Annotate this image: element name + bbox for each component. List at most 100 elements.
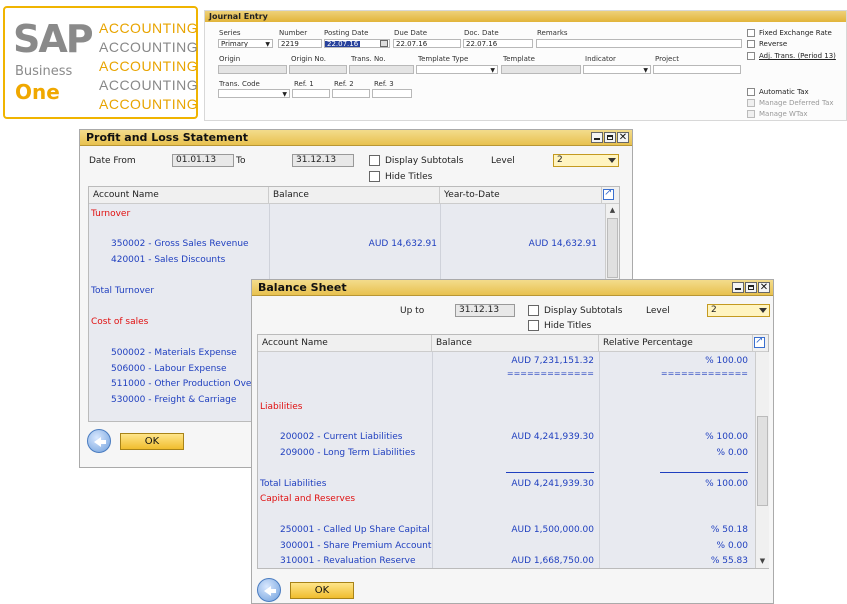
posting-date-field[interactable]: 22.07.16 [324,39,390,48]
calendar-icon[interactable] [380,40,388,47]
row-gross-sales[interactable]: 350002 - Gross Sales Revenue [111,238,249,250]
back-arrow-button[interactable] [87,429,111,453]
minimize-button[interactable] [732,282,744,293]
scroll-down-icon[interactable]: ▼ [756,555,769,568]
close-button[interactable]: ✕ [758,282,770,293]
logo-sap-text: SAP [13,17,94,61]
project-field[interactable] [653,65,741,74]
column-header-account-name[interactable]: Account Name [89,187,269,204]
manage-wtax-label: Manage WTax [759,110,808,118]
scroll-up-icon[interactable]: ▲ [606,204,619,217]
hide-titles-checkbox[interactable] [369,171,380,182]
series-select[interactable]: Primary ▼ [218,39,273,48]
ref3-field[interactable] [372,89,412,98]
date-from-field[interactable]: 01.01.13 [172,154,234,167]
row-liabilities[interactable]: Liabilities [260,401,303,413]
scroll-thumb[interactable] [757,416,768,506]
expand-icon[interactable] [754,335,765,348]
row-capital-and-reserves[interactable]: Capital and Reserves [260,493,355,505]
up-to-field[interactable]: 31.12.13 [455,304,515,317]
to-date-field[interactable]: 31.12.13 [292,154,354,167]
maximize-button[interactable] [745,282,757,293]
hide-titles-checkbox[interactable] [528,320,539,331]
grid-header: Account Name Balance Relative Percentage [258,335,768,352]
origin-no-field [289,65,347,74]
remarks-field[interactable] [536,39,742,48]
ref2-field[interactable] [332,89,370,98]
column-header-relative-percentage[interactable]: Relative Percentage [599,335,753,352]
column-header-balance[interactable]: Balance [432,335,599,352]
balance-sheet-scrollbar[interactable]: ▼ [755,352,769,568]
manage-deferred-tax-checkbox [747,99,755,107]
balance-sheet-grid: Account Name Balance Relative Percentage… [257,334,769,569]
column-header-account-name[interactable]: Account Name [258,335,432,352]
row-total-turnover[interactable]: Total Turnover [91,285,154,297]
top-balance: AUD 7,231,151.32 [511,356,594,366]
template-type-select[interactable]: ▼ [416,65,498,74]
posting-date-label: Posting Date [324,29,369,37]
ref1-field[interactable] [292,89,330,98]
close-button[interactable]: ✕ [617,132,629,143]
expand-icon[interactable] [603,187,614,200]
ref1-label: Ref. 1 [294,80,314,88]
reverse-checkbox[interactable] [747,40,755,48]
display-subtotals-checkbox[interactable] [369,155,380,166]
scroll-thumb[interactable] [607,218,618,278]
back-arrow-button[interactable] [257,578,281,602]
level-select[interactable]: 2 [707,304,770,317]
row-share-capital[interactable]: 250001 - Called Up Share Capital [280,524,430,536]
row-share-premium[interactable]: 300001 - Share Premium Account [280,540,431,552]
row-total-liabilities[interactable]: Total Liabilities [260,478,326,490]
due-date-field[interactable]: 22.07.16 [393,39,461,48]
profit-loss-titlebar[interactable]: Profit and Loss Statement ✕ [80,130,632,146]
number-field[interactable]: 2219 [278,39,322,48]
row-long-term-liabilities[interactable]: 209000 - Long Term Liabilities [280,447,415,459]
share-premium-percentage: % 0.00 [716,541,748,551]
ok-button[interactable]: OK [120,433,184,450]
column-header-balance[interactable]: Balance [269,187,440,204]
ok-button[interactable]: OK [290,582,354,599]
row-labour-expense[interactable]: 506000 - Labour Expense [111,363,227,375]
balance-sheet-window: Balance Sheet ✕ Up to 31.12.13 Display S… [251,279,774,604]
display-subtotals-label: Display Subtotals [385,156,464,166]
trans-code-select[interactable]: ▼ [218,89,290,98]
gross-sales-ytd: AUD 14,632.91 [528,239,597,249]
row-current-liabilities[interactable]: 200002 - Current Liabilities [280,431,403,443]
display-subtotals-checkbox[interactable] [528,305,539,316]
row-sales-discounts[interactable]: 420001 - Sales Discounts [111,254,225,266]
chevron-down-icon [759,308,767,313]
ref2-label: Ref. 2 [334,80,354,88]
sap-business-one-logo: SAP Business One ACCOUNTING ACCOUNTING A… [3,6,198,119]
doc-date-field[interactable]: 22.07.16 [463,39,533,48]
balance-sheet-title: Balance Sheet [258,281,347,294]
chevron-down-icon: ▼ [282,91,287,98]
row-cost-of-sales[interactable]: Cost of sales [91,316,148,328]
project-label: Project [655,55,679,63]
minimize-button[interactable] [591,132,603,143]
row-revaluation-reserve[interactable]: 310001 - Revaluation Reserve [280,555,416,567]
fixed-exchange-rate-label: Fixed Exchange Rate [759,29,832,37]
automatic-tax-checkbox[interactable] [747,88,755,96]
level-value: 2 [557,155,563,165]
chevron-down-icon: ▼ [265,41,270,48]
row-other-production[interactable]: 511000 - Other Production Ove [111,378,251,390]
row-turnover[interactable]: Turnover [91,208,130,220]
trans-no-field [349,65,414,74]
logo-business-text: Business [15,64,73,79]
fixed-exchange-rate-checkbox[interactable] [747,29,755,37]
due-date-label: Due Date [394,29,428,37]
row-materials-expense[interactable]: 500002 - Materials Expense [111,347,237,359]
row-freight[interactable]: 530000 - Freight & Carriage [111,394,236,406]
profit-loss-title: Profit and Loss Statement [86,131,249,144]
manage-deferred-tax-label: Manage Deferred Tax [759,99,834,107]
level-select[interactable]: 2 [553,154,619,167]
indicator-select[interactable]: ▼ [583,65,651,74]
level-label: Level [491,156,515,166]
number-value: 2219 [281,40,299,48]
template-type-label: Template Type [418,55,469,63]
maximize-button[interactable] [604,132,616,143]
template-label: Template [503,55,535,63]
adj-trans-checkbox[interactable] [747,52,755,60]
column-header-ytd[interactable]: Year-to-Date [440,187,602,204]
balance-sheet-titlebar[interactable]: Balance Sheet ✕ [252,280,773,296]
